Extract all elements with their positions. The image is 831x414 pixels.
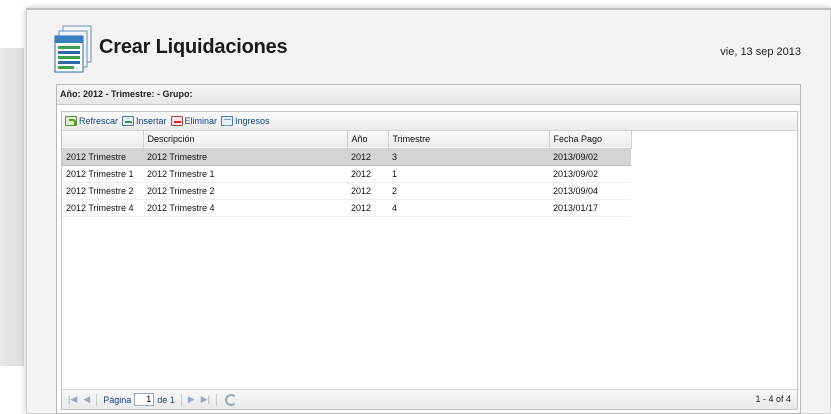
column-header-fecha-pago[interactable]: Fecha Pago (549, 131, 632, 148)
background-shadow (0, 48, 24, 366)
cell-anio: 2012 (347, 199, 388, 217)
insert-label: Insertar (136, 116, 167, 126)
income-button[interactable]: Ingresos (221, 116, 270, 126)
cell-trimestre: 3 (388, 148, 549, 166)
cell-trimestre: 1 (388, 165, 549, 183)
column-header-descripcion[interactable]: Descripción (143, 131, 348, 148)
table-row[interactable]: 2012 Trimestre 1 2012 Trimestre 1 2012 1… (62, 165, 631, 183)
cell-descripcion: 2012 Trimestre 4 (143, 199, 347, 217)
cell-fecha-pago: 2013/09/02 (549, 148, 631, 166)
table-icon (221, 116, 234, 126)
cell-anio: 2012 (347, 182, 388, 200)
table-row[interactable]: 2012 Trimestre 2 2012 Trimestre 2 2012 2… (62, 182, 631, 200)
cell-name: 2012 Trimestre 4 (62, 199, 143, 217)
refresh-icon[interactable] (224, 393, 237, 406)
grid-toolbar: Refrescar Insertar Eliminar Ingresos (62, 112, 797, 131)
delete-row-icon (170, 116, 183, 126)
pager-divider (180, 393, 182, 406)
table-row[interactable]: 2012 Trimestre 2012 Trimestre 2012 3 201… (62, 148, 631, 166)
column-header-anio[interactable]: Año (347, 131, 389, 148)
income-label: Ingresos (235, 116, 270, 126)
cell-anio: 2012 (347, 165, 388, 183)
cell-trimestre: 4 (388, 199, 549, 217)
page-label: Página (103, 394, 132, 405)
cell-fecha-pago: 2013/01/17 (549, 199, 631, 217)
refresh-icon (65, 116, 77, 126)
last-page-icon[interactable]: ▶| (201, 394, 210, 405)
insert-button[interactable]: Insertar (122, 116, 167, 126)
column-header-name[interactable] (62, 131, 144, 148)
paging-toolbar: |◀ ◀ Página 1 de 1 ▶ ▶| 1 - 4 of 4 (62, 389, 797, 409)
cell-descripcion: 2012 Trimestre 2 (143, 182, 347, 200)
cell-anio: 2012 (347, 148, 388, 166)
refresh-label: Refrescar (79, 116, 119, 126)
record-count: 1 - 4 of 4 (755, 394, 791, 404)
column-header-row: Descripción Año Trimestre Fecha Pago (62, 131, 632, 148)
current-date: vie, 13 sep 2013 (720, 46, 801, 58)
main-window: Crear Liquidaciones vie, 13 sep 2013 Año… (26, 8, 831, 414)
next-page-icon[interactable]: ▶ (188, 394, 195, 405)
data-table: Descripción Año Trimestre Fecha Pago 201… (62, 131, 632, 217)
page-title: Crear Liquidaciones (99, 36, 288, 58)
cell-fecha-pago: 2013/09/04 (549, 182, 631, 200)
pager-divider (96, 393, 98, 406)
document-stack-icon (54, 25, 92, 73)
page-header: Crear Liquidaciones vie, 13 sep 2013 (27, 10, 830, 78)
cell-name: 2012 Trimestre (62, 148, 143, 166)
cell-fecha-pago: 2013/09/02 (549, 165, 631, 183)
cell-descripcion: 2012 Trimestre 1 (143, 165, 347, 183)
cell-trimestre: 2 (388, 182, 549, 200)
table-row[interactable]: 2012 Trimestre 4 2012 Trimestre 4 2012 4… (62, 199, 631, 217)
page-number-input[interactable]: 1 (134, 393, 155, 406)
cell-descripcion: 2012 Trimestre (143, 148, 347, 166)
refresh-button[interactable]: Refrescar (65, 116, 118, 126)
insert-row-icon (122, 116, 135, 126)
panel-header: Año: 2012 - Trimestre: - Grupo: (57, 85, 800, 105)
column-header-trimestre[interactable]: Trimestre (388, 131, 550, 148)
cell-name: 2012 Trimestre 2 (62, 182, 143, 200)
page-total-label: de 1 (157, 394, 175, 405)
prev-page-icon[interactable]: ◀ (83, 394, 90, 405)
delete-button[interactable]: Eliminar (170, 116, 218, 126)
first-page-icon[interactable]: |◀ (68, 394, 77, 405)
delete-label: Eliminar (184, 116, 218, 126)
cell-name: 2012 Trimestre 1 (62, 165, 143, 183)
liquidaciones-grid: Refrescar Insertar Eliminar Ingresos Des… (61, 111, 798, 410)
pager-divider (215, 393, 217, 406)
liquidaciones-panel: Año: 2012 - Trimestre: - Grupo: Refresca… (56, 84, 801, 414)
